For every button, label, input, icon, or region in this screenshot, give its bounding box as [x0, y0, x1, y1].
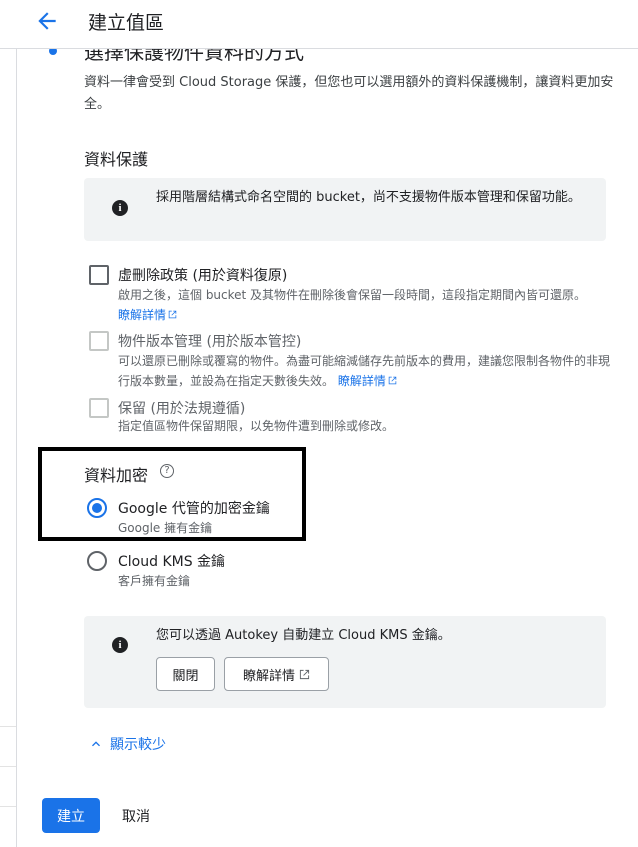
- retention-label: 保留 (用於法規遵循): [118, 401, 246, 417]
- create-button[interactable]: 建立: [42, 798, 100, 833]
- show-less-label: 顯示較少: [110, 737, 166, 753]
- google-managed-key-description: Google 擁有金鑰: [118, 521, 213, 535]
- step-description: 資料一律會受到 Cloud Storage 保護，但您也可以選用額外的資料保護機…: [84, 75, 614, 112]
- autokey-info-text: 您可以透過 Autokey 自動建立 Cloud KMS 金鑰。: [156, 628, 451, 643]
- open-in-new-icon: [388, 376, 397, 385]
- google-managed-key-radio[interactable]: [87, 498, 107, 518]
- left-panel-divider: [0, 766, 16, 767]
- open-in-new-icon: [168, 310, 177, 319]
- cloud-kms-key-label: Cloud KMS 金鑰: [118, 554, 226, 570]
- hns-info-text: 採用階層結構式命名空間的 bucket，尚不支援物件版本管理和保留功能。: [156, 190, 581, 205]
- top-bar: 建立值區: [0, 0, 638, 49]
- left-panel-divider: [0, 726, 16, 727]
- close-button[interactable]: 關閉: [156, 657, 215, 691]
- chevron-up-icon: [92, 741, 100, 747]
- left-panel-divider: [0, 806, 16, 807]
- cloud-kms-key-radio[interactable]: [87, 551, 107, 571]
- object-versioning-description: 可以還原已刪除或覆寫的物件。為盡可能縮減儲存先前版本的費用，建議您限制各物件的非…: [118, 354, 611, 388]
- help-icon[interactable]: ?: [160, 464, 174, 478]
- soft-delete-learn-more-link[interactable]: 瞭解詳情: [118, 308, 177, 322]
- show-less-toggle[interactable]: 顯示較少: [88, 734, 166, 754]
- info-icon: i: [112, 637, 128, 653]
- retention-description: 指定值區物件保留期限，以免物件遭到刪除或修改。: [118, 419, 395, 433]
- autokey-info-box: i 您可以透過 Autokey 自動建立 Cloud KMS 金鑰。 關閉 瞭解…: [84, 616, 606, 708]
- cloud-kms-key-description: 客戶擁有金鑰: [118, 574, 191, 588]
- object-versioning-learn-more-link[interactable]: 瞭解詳情: [338, 374, 397, 388]
- soft-delete-checkbox[interactable]: [89, 265, 109, 285]
- object-versioning-checkbox[interactable]: [89, 331, 109, 351]
- page-title: 建立值區: [88, 12, 165, 34]
- open-in-new-icon: [299, 669, 310, 679]
- hns-info-box: i 採用階層結構式命名空間的 bucket，尚不支援物件版本管理和保留功能。: [84, 178, 606, 241]
- arrow-back-icon[interactable]: [34, 8, 60, 34]
- object-versioning-label: 物件版本管理 (用於版本管控): [118, 334, 302, 350]
- google-managed-key-label: Google 代管的加密金鑰: [118, 501, 270, 517]
- soft-delete-description: 啟用之後，這個 bucket 及其物件在刪除後會保留一段時間，這段指定期間內皆可…: [118, 288, 587, 322]
- learn-more-button[interactable]: 瞭解詳情: [224, 657, 329, 691]
- info-icon: i: [112, 200, 128, 216]
- cancel-button[interactable]: 取消: [112, 798, 160, 833]
- soft-delete-label: 虛刪除政策 (用於資料復原): [118, 268, 288, 284]
- left-panel-border: [16, 48, 17, 847]
- data-encryption-title: 資料加密: [84, 466, 149, 485]
- retention-checkbox[interactable]: [89, 398, 109, 418]
- data-protection-title: 資料保護: [84, 150, 149, 169]
